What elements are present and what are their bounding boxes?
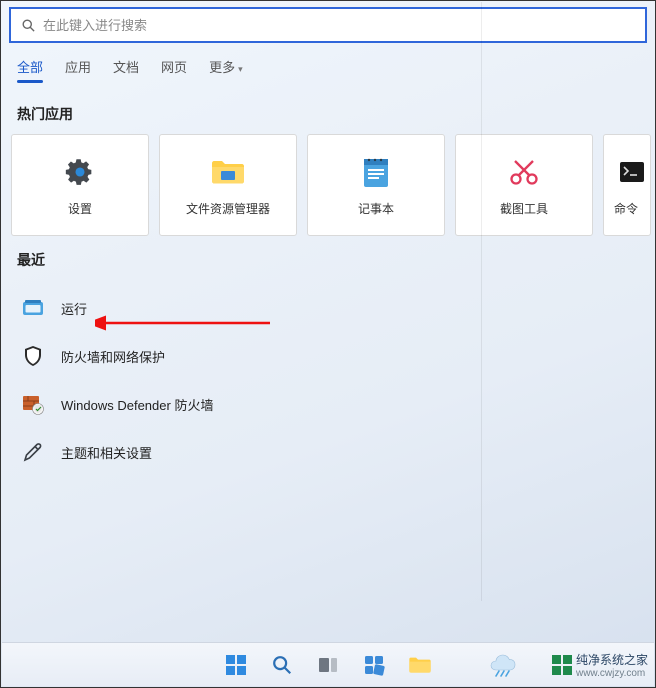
notepad-icon [358,154,394,190]
weather-icon [490,652,530,678]
watermark: 纯净系统之家 www.cwjzy.com [552,651,648,679]
taskview-icon [316,653,340,677]
run-icon [21,296,45,320]
pen-icon [21,440,45,464]
recent-firewall[interactable]: 防火墙和网络保护 [1,332,655,380]
app-notepad[interactable]: 记事本 [307,134,445,236]
app-label: 截图工具 [500,200,548,217]
recent-label: 防火墙和网络保护 [61,347,165,366]
tab-all[interactable]: 全部 [17,57,43,82]
app-label: 记事本 [358,200,394,217]
folder-icon [408,653,432,677]
watermark-title: 纯净系统之家 [576,651,648,668]
widgets[interactable] [354,645,394,685]
tab-web[interactable]: 网页 [161,57,187,82]
section-hot-apps-title: 热门应用 [1,90,655,134]
app-label: 设置 [68,200,92,217]
search-input[interactable] [43,18,637,33]
task-view[interactable] [308,645,348,685]
tab-docs[interactable]: 文档 [113,57,139,82]
brick-shield-icon [21,392,45,416]
recent-label: Windows Defender 防火墙 [61,395,213,414]
app-explorer[interactable]: 文件资源管理器 [159,134,297,236]
scissors-icon [506,154,542,190]
recent-label: 运行 [61,299,87,318]
app-label: 文件资源管理器 [186,200,270,217]
app-label: 命令 [614,200,638,217]
shield-icon [21,344,45,368]
taskbar: 纯净系统之家 www.cwjzy.com [2,642,654,686]
taskbar-weather[interactable] [484,650,536,680]
chevron-down-icon: ▾ [238,64,243,74]
recent-label: 主题和相关设置 [61,443,152,462]
tab-apps[interactable]: 应用 [65,57,91,82]
recent-run[interactable]: 运行 [1,284,655,332]
hot-apps-row: 设置 文件资源管理器 记事本 截图工具 命令 [1,134,655,236]
gear-icon [62,154,98,190]
search-icon [19,16,37,34]
folder-icon [210,154,246,190]
taskbar-search[interactable] [262,645,302,685]
terminal-icon [614,154,650,190]
taskbar-explorer[interactable] [400,645,440,685]
search-bar[interactable] [9,7,647,43]
recent-defender[interactable]: Windows Defender 防火墙 [1,380,655,428]
app-snip[interactable]: 截图工具 [455,134,593,236]
recent-list: 运行 防火墙和网络保护 Windows Defender 防火墙 主题和相关设置 [1,280,655,476]
watermark-logo [552,655,572,675]
start-button[interactable] [216,645,256,685]
filter-tabs: 全部 应用 文档 网页 更多▾ [1,43,655,90]
watermark-url: www.cwjzy.com [576,668,648,679]
recent-theme[interactable]: 主题和相关设置 [1,428,655,476]
app-terminal[interactable]: 命令 [603,134,651,236]
section-recent-title: 最近 [1,236,655,280]
search-icon [270,653,294,677]
widgets-icon [362,653,386,677]
app-settings[interactable]: 设置 [11,134,149,236]
tab-more[interactable]: 更多▾ [209,57,243,82]
windows-icon [224,653,248,677]
